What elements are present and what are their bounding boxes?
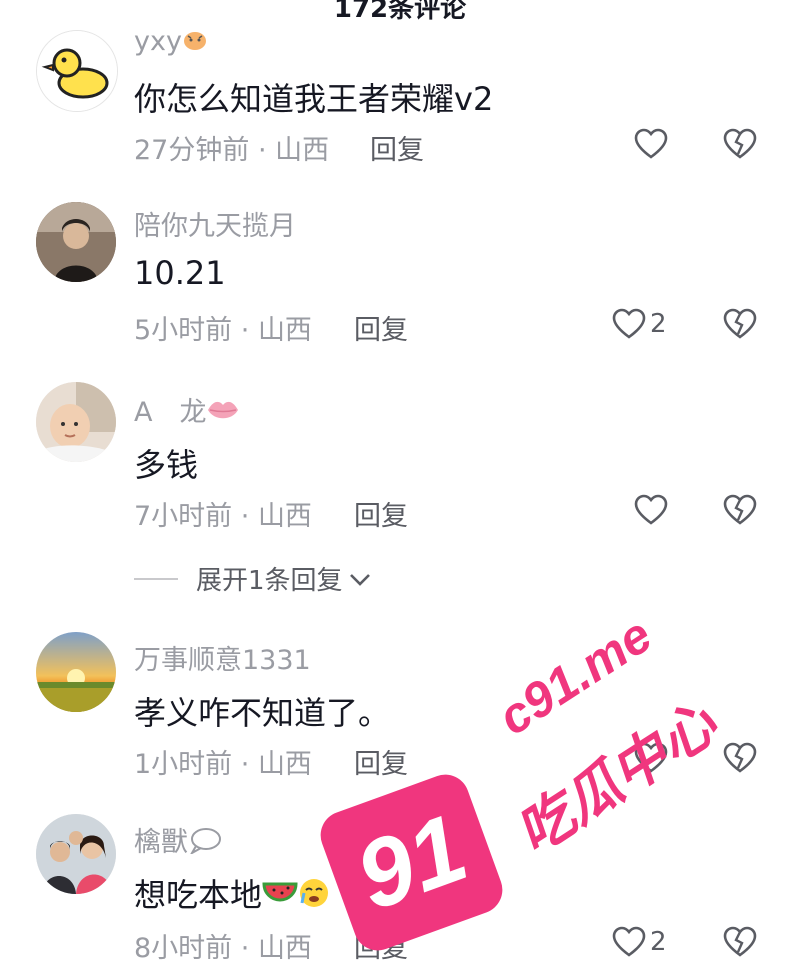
like-button[interactable]: 2 xyxy=(612,926,667,958)
avatar[interactable] xyxy=(36,814,116,894)
comment-text: 想吃本地 xyxy=(134,870,330,917)
comments-count-title: 172条评论 xyxy=(333,0,467,24)
comment-text: 孝义咋不知道了。 xyxy=(134,694,391,732)
username[interactable]: A 龙 xyxy=(134,390,240,430)
avatar[interactable] xyxy=(36,632,116,712)
comment-meta: 1小时前 · 山西 xyxy=(134,749,312,780)
comment-text: 你怎么知道我王者荣耀v2 xyxy=(134,80,494,118)
dislike-button[interactable] xyxy=(722,926,758,958)
avatar[interactable] xyxy=(36,30,118,112)
username[interactable]: 檎獸 xyxy=(134,820,222,861)
kiss-lips-icon xyxy=(206,397,240,430)
username[interactable]: yxy xyxy=(134,26,208,58)
like-button[interactable] xyxy=(634,494,672,526)
heart-icon xyxy=(634,494,668,525)
duck-avatar-icon xyxy=(37,31,117,111)
baby-photo-avatar xyxy=(36,382,116,462)
like-button[interactable] xyxy=(634,128,672,160)
expand-replies-button[interactable]: 展开1条回复 xyxy=(134,560,371,597)
broken-heart-icon xyxy=(723,926,757,957)
like-count: 2 xyxy=(650,309,667,339)
family-photo-avatar xyxy=(36,814,116,894)
like-count: 2 xyxy=(650,927,667,957)
heart-icon xyxy=(612,926,646,957)
sunset-field-avatar xyxy=(36,632,116,712)
comment-meta: 8小时前 · 山西 xyxy=(134,933,312,964)
broken-heart-icon xyxy=(723,308,757,339)
dislike-button[interactable] xyxy=(722,128,758,160)
broken-heart-icon xyxy=(723,128,757,159)
username[interactable]: 万事顺意1331 xyxy=(134,638,311,677)
like-button[interactable]: 2 xyxy=(612,308,667,340)
avatar[interactable] xyxy=(36,382,116,462)
broken-heart-icon xyxy=(723,494,757,525)
username[interactable]: 陪你九天揽月 xyxy=(134,204,296,243)
divider-line xyxy=(134,577,178,580)
reply-button[interactable]: 回复 xyxy=(354,308,408,347)
watermelon-icon xyxy=(262,878,298,916)
comment-meta: 7小时前 · 山西 xyxy=(134,501,312,532)
reply-button[interactable]: 回复 xyxy=(354,742,408,781)
tiger-face-icon xyxy=(182,27,208,58)
avatar[interactable] xyxy=(36,202,116,282)
comment-text: 多钱 xyxy=(134,446,199,484)
dislike-button[interactable] xyxy=(722,308,758,340)
speech-bubble-icon xyxy=(188,826,222,861)
person-photo-avatar xyxy=(36,202,116,282)
watermark-badge: 91 xyxy=(313,767,510,958)
chevron-down-icon xyxy=(349,564,371,594)
reply-button[interactable]: 回复 xyxy=(354,494,408,533)
comment-text: 10.21 xyxy=(134,254,226,292)
heart-icon xyxy=(634,128,668,159)
crying-face-icon xyxy=(298,877,330,917)
reply-button[interactable]: 回复 xyxy=(370,128,424,167)
comment-meta: 5小时前 · 山西 xyxy=(134,315,312,346)
heart-icon xyxy=(612,308,646,339)
comment-meta: 27分钟前 · 山西 xyxy=(134,135,330,166)
dislike-button[interactable] xyxy=(722,494,758,526)
